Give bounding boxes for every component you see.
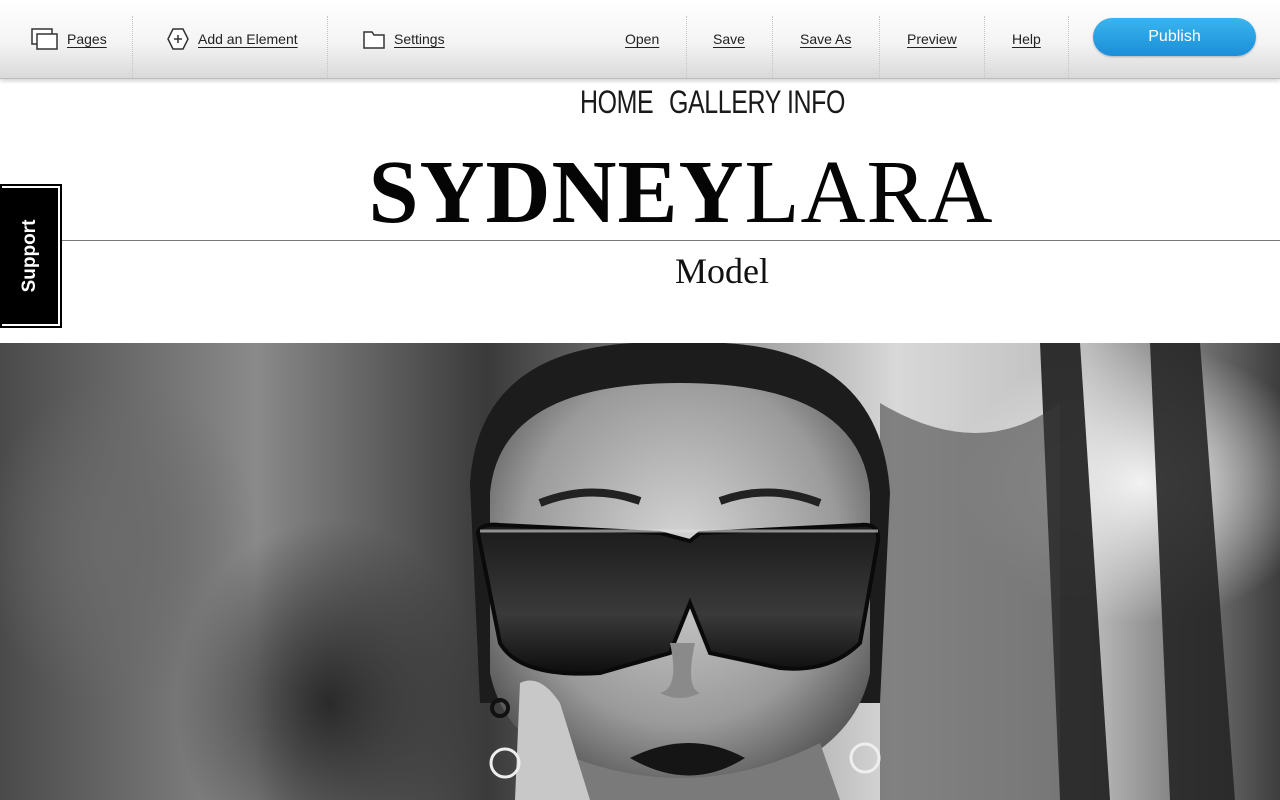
settings-button[interactable]: Settings (362, 0, 445, 78)
settings-label: Settings (394, 31, 445, 47)
nav-link-home[interactable]: HOME (580, 84, 654, 121)
preview-button[interactable]: Preview (907, 0, 957, 78)
support-label: Support (19, 219, 40, 293)
site-title: SYDNEYLARA (0, 143, 1280, 243)
hero-image[interactable] (0, 343, 1280, 800)
add-element-label: Add an Element (198, 31, 298, 47)
title-divider (62, 240, 1280, 241)
toolbar-divider (772, 16, 773, 78)
support-tab[interactable]: Support (0, 184, 62, 328)
save-button[interactable]: Save (713, 0, 745, 78)
toolbar-divider (879, 16, 880, 78)
toolbar-divider (984, 16, 985, 78)
open-button[interactable]: Open (625, 0, 659, 78)
site-title-last: LARA (744, 143, 994, 242)
site-subtitle: Model (675, 251, 769, 291)
photo-model-sunglasses-icon (470, 343, 1235, 800)
publish-button[interactable]: Publish (1093, 18, 1256, 56)
open-label: Open (625, 31, 660, 47)
save-label: Save (713, 31, 745, 47)
settings-folder-icon (363, 31, 385, 49)
add-element-icon (167, 28, 189, 50)
help-button[interactable]: Help (1012, 0, 1041, 78)
save-as-label: Save As (800, 31, 852, 47)
pages-label: Pages (67, 31, 107, 47)
site-title-first: SYDNEY (368, 143, 745, 242)
toolbar-divider (1068, 16, 1069, 78)
site-nav: HOME GALLERY INFO (0, 84, 1280, 124)
support-tab-background: Support (2, 188, 58, 324)
pages-button[interactable]: Pages (31, 0, 107, 78)
nav-link-gallery[interactable]: GALLERY (669, 84, 781, 121)
editor-toolbar: Pages Add an Element Settings Open Save … (0, 0, 1280, 79)
toolbar-divider (686, 16, 687, 78)
help-label: Help (1012, 31, 1041, 47)
pages-icon (31, 28, 58, 50)
toolbar-divider (327, 16, 328, 78)
nav-link-info[interactable]: INFO (787, 84, 845, 121)
add-element-button[interactable]: Add an Element (166, 0, 298, 78)
preview-label: Preview (907, 31, 957, 47)
save-as-button[interactable]: Save As (800, 0, 851, 78)
toolbar-divider (132, 16, 133, 78)
